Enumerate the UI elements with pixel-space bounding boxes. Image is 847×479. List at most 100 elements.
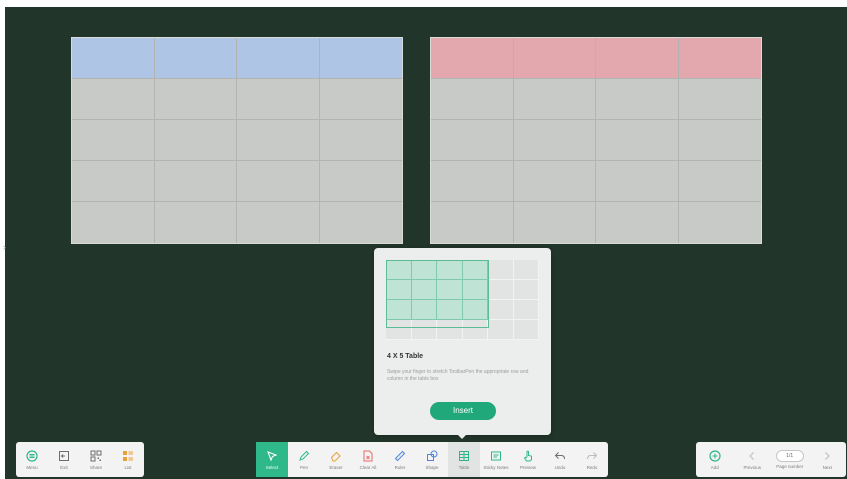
menu-icon [25, 449, 39, 463]
grid-picker-cell-selected[interactable] [386, 280, 412, 300]
table-header-cell[interactable] [431, 38, 514, 79]
canvas-table-blue[interactable] [71, 37, 403, 244]
grid-picker-cell[interactable] [488, 320, 514, 340]
table-cell[interactable] [154, 161, 237, 202]
table-cell[interactable] [431, 202, 514, 243]
table-cell[interactable] [678, 79, 761, 120]
insert-button[interactable]: Insert [430, 402, 496, 420]
grid-picker-cell-selected[interactable] [411, 300, 437, 320]
table-header-cell[interactable] [596, 38, 679, 79]
undo-button[interactable]: Undo [544, 442, 576, 477]
side-panel-handle-icon[interactable]: › [3, 240, 9, 254]
grid-picker-cell[interactable] [513, 280, 539, 300]
table-cell[interactable] [513, 120, 596, 161]
shape-tool-button[interactable]: Shape [416, 442, 448, 477]
table-tool-button[interactable]: Table [448, 442, 480, 477]
grid-picker-cell-selected[interactable] [386, 300, 412, 320]
table-header-cell[interactable] [154, 38, 237, 79]
grid-picker-cell-selected[interactable] [386, 260, 412, 280]
page-number-selector[interactable]: 1/1 Page number [771, 442, 809, 477]
table-cell[interactable] [431, 120, 514, 161]
exit-button[interactable]: Exit [48, 442, 80, 477]
grid-picker-cell-selected[interactable] [437, 260, 463, 280]
table-cell[interactable] [678, 161, 761, 202]
select-tool-button[interactable]: Select [256, 442, 288, 477]
list-button[interactable]: List [112, 442, 144, 477]
grid-picker-cell-selected[interactable] [411, 280, 437, 300]
table-header-cell[interactable] [513, 38, 596, 79]
grid-picker-cell-selected[interactable] [462, 260, 488, 280]
redo-button[interactable]: Redo [576, 442, 608, 477]
grid-picker-cell[interactable] [488, 260, 514, 280]
list-label: List [124, 465, 132, 470]
clear-all-icon [361, 449, 375, 463]
grid-picker-cell[interactable] [488, 280, 514, 300]
table-cell[interactable] [237, 161, 320, 202]
table-cell[interactable] [596, 202, 679, 243]
table-header-cell[interactable] [678, 38, 761, 79]
clear-all-button[interactable]: Clear All [352, 442, 384, 477]
table-cell[interactable] [72, 161, 155, 202]
canvas-table-red[interactable] [430, 37, 762, 244]
table-header-cell[interactable] [72, 38, 155, 79]
pen-tool-button[interactable]: Pen [288, 442, 320, 477]
next-label: Next [822, 465, 832, 470]
table-cell[interactable] [237, 202, 320, 243]
page-number-label: Page number [776, 464, 804, 469]
table-cell[interactable] [72, 79, 155, 120]
table-cell[interactable] [678, 120, 761, 161]
add-page-icon [708, 449, 722, 463]
table-cell[interactable] [237, 79, 320, 120]
table-cell[interactable] [154, 120, 237, 161]
share-button[interactable]: Share [80, 442, 112, 477]
grid-picker-cell-selected[interactable] [437, 300, 463, 320]
page-number-value: 1/1 [775, 450, 804, 462]
table-header-cell[interactable] [319, 38, 402, 79]
table-cell[interactable] [431, 79, 514, 120]
table-size-grid-picker[interactable] [386, 260, 539, 340]
table-cell[interactable] [679, 202, 762, 243]
table-cell[interactable] [237, 120, 320, 161]
grid-picker-cell[interactable] [411, 320, 437, 340]
eraser-tool-button[interactable]: Eraser [320, 442, 352, 477]
table-cell[interactable] [596, 79, 679, 120]
table-cell[interactable] [319, 120, 402, 161]
table-cell[interactable] [319, 79, 402, 120]
redo-icon [585, 449, 599, 463]
grid-picker-cell[interactable] [513, 320, 539, 340]
grid-picker-cell[interactable] [488, 300, 514, 320]
ruler-label: Ruler [394, 465, 406, 470]
grid-picker-cell[interactable] [513, 300, 539, 320]
ruler-tool-button[interactable]: Ruler [384, 442, 416, 477]
table-size-title: 4 X 5 Table [387, 353, 424, 360]
table-cell[interactable] [431, 161, 514, 202]
table-cell[interactable] [155, 202, 237, 243]
sticky-notes-button[interactable]: Sticky Notes [480, 442, 512, 477]
table-cell[interactable] [596, 120, 679, 161]
menu-button[interactable]: Menu [16, 442, 48, 477]
table-cell[interactable] [514, 202, 596, 243]
add-page-button[interactable]: Add [696, 442, 734, 477]
grid-picker-cell-selected[interactable] [437, 280, 463, 300]
grid-picker-cell[interactable] [386, 320, 412, 340]
grid-picker-cell[interactable] [513, 260, 539, 280]
table-header-cell[interactable] [237, 38, 320, 79]
grid-picker-cell[interactable] [462, 320, 488, 340]
preview-button[interactable]: Preview [512, 442, 544, 477]
grid-picker-cell[interactable] [437, 320, 463, 340]
table-cell[interactable] [513, 79, 596, 120]
table-cell[interactable] [154, 79, 237, 120]
sticky-notes-label: Sticky Notes [483, 465, 509, 470]
table-cell[interactable] [596, 161, 679, 202]
table-cell[interactable] [319, 161, 402, 202]
table-cell[interactable] [513, 161, 596, 202]
table-cell[interactable] [72, 202, 155, 243]
previous-page-button[interactable]: Previous [734, 442, 772, 477]
next-page-button[interactable]: Next [809, 442, 847, 477]
table-cell[interactable] [320, 202, 403, 243]
grid-picker-cell-selected[interactable] [462, 280, 488, 300]
table-cell[interactable] [72, 120, 155, 161]
grid-picker-cell-selected[interactable] [462, 300, 488, 320]
grid-picker-cell-selected[interactable] [411, 260, 437, 280]
table-insert-popup: 4 X 5 Table Swipe your finger to stretch… [374, 248, 551, 435]
